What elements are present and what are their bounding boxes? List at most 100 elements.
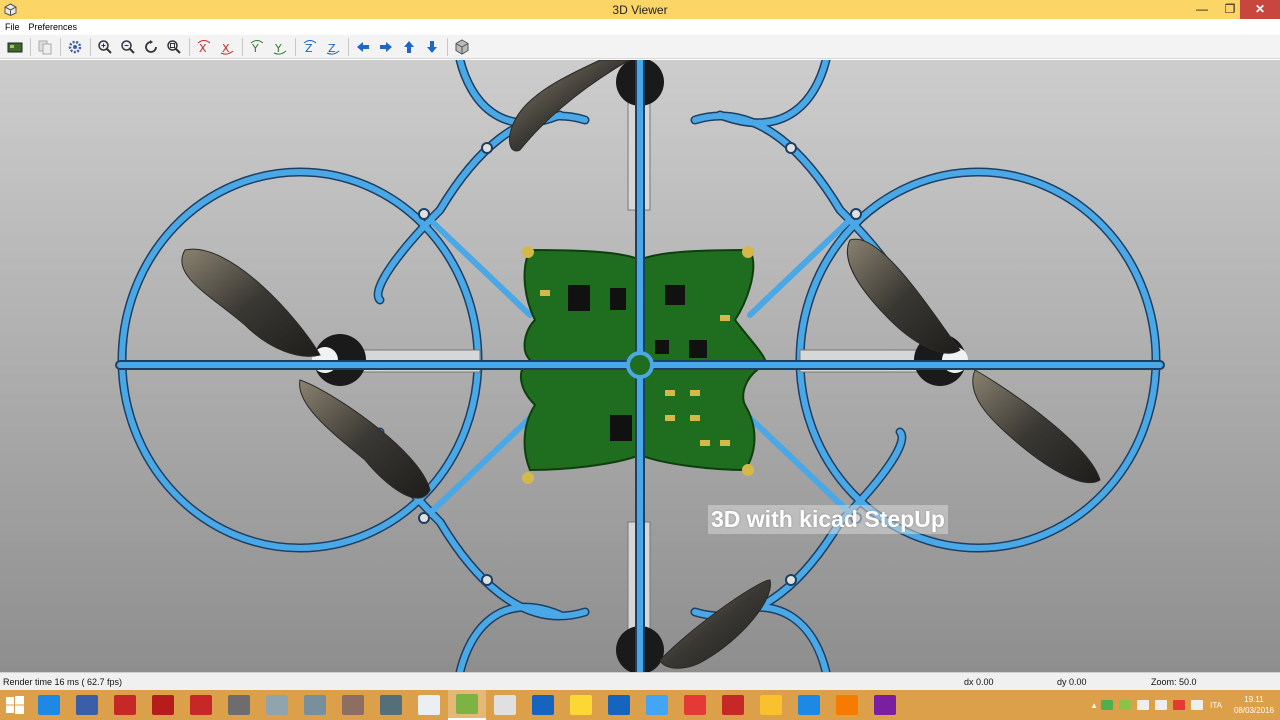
taskbar-app-paper-plane[interactable] — [410, 690, 448, 720]
rotate-z-cw-button[interactable]: Z — [299, 36, 321, 58]
blender-icon — [836, 695, 858, 715]
taskbar-app-freecad[interactable] — [676, 690, 714, 720]
render-icon — [7, 42, 23, 52]
rotate-x-cw-button[interactable]: X — [193, 36, 215, 58]
firefox-icon — [532, 695, 554, 715]
zoom-in-button[interactable] — [94, 36, 116, 58]
zoom-fit-button[interactable] — [163, 36, 185, 58]
taskbar-app-pdf-app[interactable] — [144, 690, 182, 720]
zoom-out-icon — [121, 39, 135, 54]
pdf-app-icon — [152, 695, 174, 715]
taskbar-app-blender[interactable] — [828, 690, 866, 720]
acrobat-icon — [722, 695, 744, 715]
rotate-z-ccw-button[interactable]: Z — [322, 36, 344, 58]
zoom-fit-icon — [167, 39, 181, 54]
taskbar-app-filezilla[interactable] — [182, 690, 220, 720]
taskbar-app-gerber[interactable] — [372, 690, 410, 720]
windows-logo-icon — [6, 696, 24, 714]
taskbar-app-cube-app[interactable] — [790, 690, 828, 720]
blue-doc-icon — [646, 695, 668, 715]
pcbnew-icon — [456, 694, 478, 714]
minimize-button[interactable]: — — [1188, 0, 1216, 19]
start-button[interactable] — [0, 690, 30, 720]
cube-app-icon — [798, 695, 820, 715]
taskbar-app-pc[interactable] — [68, 690, 106, 720]
menu-bar: File Preferences — [0, 19, 1280, 35]
internet-explorer-icon — [38, 695, 60, 715]
dy-value: dy 0.00 — [1057, 677, 1087, 687]
svg-text:X: X — [199, 42, 207, 55]
taskbar-app-red-app[interactable] — [106, 690, 144, 720]
rotate-y-cw-button[interactable]: Y — [246, 36, 268, 58]
tray-battery-icon[interactable] — [1119, 700, 1132, 710]
clock-date: 08/03/2016 — [1233, 706, 1274, 715]
taskbar-app-puzzle[interactable] — [752, 690, 790, 720]
svg-text:Y: Y — [251, 42, 259, 55]
taskbar-apps — [30, 690, 904, 720]
taskbar-app-blue-doc[interactable] — [638, 690, 676, 720]
taskbar-app-acrobat[interactable] — [714, 690, 752, 720]
taskbar-app-notepad[interactable] — [258, 690, 296, 720]
rotate-x-ccw-button[interactable]: X — [216, 36, 238, 58]
taskbar-app-settings-app[interactable] — [600, 690, 638, 720]
menu-preferences[interactable]: Preferences — [29, 22, 78, 32]
move-down-icon — [427, 40, 437, 53]
move-up-button[interactable] — [398, 36, 420, 58]
move-left-button[interactable] — [352, 36, 374, 58]
tray-language[interactable]: ITA — [1210, 701, 1222, 710]
copy-button[interactable] — [34, 36, 56, 58]
rotate-y-ccw-button[interactable]: Y — [269, 36, 291, 58]
overlay-caption: 3D with kicad StepUp — [708, 505, 948, 534]
move-left-icon — [357, 41, 369, 52]
rotate-z-cw-icon: Z — [303, 39, 317, 55]
title-bar: 3D Viewer — ❐ ✕ — [0, 0, 1280, 19]
taskbar-app-tool[interactable] — [220, 690, 258, 720]
tray-nvidia-icon[interactable] — [1101, 700, 1114, 710]
rotate-z-ccw-icon: Z — [326, 42, 340, 55]
tray-flag-icon[interactable] — [1137, 700, 1150, 710]
zoom-in-icon — [98, 39, 112, 54]
taskbar-app-firefox[interactable] — [524, 690, 562, 720]
taskbar-app-keyboard[interactable] — [296, 690, 334, 720]
taskbar — [0, 690, 1280, 720]
tray-clock[interactable]: 19.11 08/03/2016 — [1234, 694, 1274, 716]
folder-icon — [570, 695, 592, 715]
system-tray: ▲ ITA 19.11 08/03/2016 — [1090, 690, 1280, 720]
close-button[interactable]: ✕ — [1240, 0, 1280, 19]
taskbar-app-doc[interactable] — [334, 690, 372, 720]
red-app-icon — [114, 695, 136, 715]
tray-security-icon[interactable] — [1173, 700, 1186, 710]
taskbar-app-folder[interactable] — [562, 690, 600, 720]
redraw-icon — [145, 39, 157, 53]
3d-viewport[interactable]: 3D with kicad StepUp — [0, 60, 1280, 672]
tray-network-icon[interactable] — [1155, 700, 1168, 710]
freecad-icon — [684, 695, 706, 715]
matlab-icon — [874, 695, 896, 715]
tool-icon — [228, 695, 250, 715]
menu-file[interactable]: File — [5, 22, 20, 32]
drone-3d-model — [115, 60, 1165, 672]
move-right-button[interactable] — [375, 36, 397, 58]
ortho-button[interactable] — [451, 36, 473, 58]
ortho-cube-icon — [455, 38, 469, 55]
settings-icon — [68, 40, 82, 53]
move-down-button[interactable] — [421, 36, 443, 58]
status-bar: Render time 16 ms ( 62.7 fps) dx 0.00 dy… — [0, 672, 1280, 690]
settings-app-icon — [608, 695, 630, 715]
settings-button[interactable] — [64, 36, 86, 58]
tray-chevron-icon[interactable]: ▲ — [1090, 701, 1098, 710]
taskbar-app-internet-explorer[interactable] — [30, 690, 68, 720]
taskbar-app-pcbnew[interactable] — [448, 690, 486, 720]
gerber-icon — [380, 695, 402, 715]
doc-icon — [342, 695, 364, 715]
taskbar-app-eeschema[interactable] — [486, 690, 524, 720]
taskbar-app-matlab[interactable] — [866, 690, 904, 720]
rotate-y-cw-icon: Y — [250, 39, 264, 55]
toolbar: X X Y Y Z Z — [0, 35, 1280, 59]
render-button[interactable] — [4, 36, 26, 58]
dx-value: dx 0.00 — [964, 677, 994, 687]
tray-volume-icon[interactable] — [1191, 700, 1204, 710]
redraw-button[interactable] — [140, 36, 162, 58]
zoom-out-button[interactable] — [117, 36, 139, 58]
pc-icon — [76, 695, 98, 715]
